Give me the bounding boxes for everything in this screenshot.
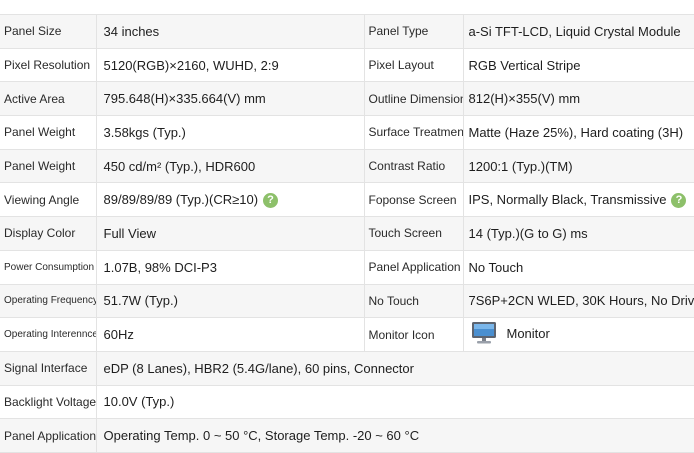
spec-label: Touch Screen — [364, 216, 464, 251]
spec-value: 3.58kgs (Typ.) — [96, 115, 365, 150]
spec-label: Monitor Icon — [364, 317, 464, 352]
spec-label: Outline Dimension — [364, 81, 464, 117]
table-row: Active Area 795.648(H)×335.664(V) mm Out… — [0, 81, 694, 117]
spec-label: Display Color — [0, 216, 97, 251]
spec-label: Panel Applicationt — [0, 418, 97, 453]
spec-label: Operating Frequency — [0, 283, 97, 319]
spec-label: Operating Interennce — [0, 317, 97, 352]
spec-value: Matte (Haze 25%), Hard coating (3H) — [463, 115, 694, 150]
table-row: Panel Size 34 inches Panel Type a-Si TFT… — [0, 14, 694, 49]
spec-label: No Touch — [364, 283, 464, 319]
spec-value: 5120(RGB)×2160, WUHD, 2:9 — [96, 47, 365, 83]
table-row: Power Consumption 1.07B, 98% DCI-P3 Pane… — [0, 249, 694, 285]
spec-label: Panel Weight — [0, 148, 97, 184]
spec-value: 10.0V (Typ.) — [96, 384, 694, 420]
spec-value: 7S6P+2CN WLED, 30K Hours, No Driver — [463, 283, 694, 319]
spec-value: 34 inches — [96, 14, 365, 49]
spec-label: Active Area — [0, 81, 97, 117]
spec-label: Panel Type — [364, 14, 464, 49]
spec-label: Pixel Layout — [364, 47, 464, 83]
spec-table: Panel Size 34 inches Panel Type a-Si TFT… — [0, 14, 694, 453]
table-row: Viewing Angle 89/89/89/89 (Typ.)(CR≥10)?… — [0, 182, 694, 218]
spec-value: a-Si TFT-LCD, Liquid Crystal Module — [463, 14, 694, 49]
spec-value: 795.648(H)×335.664(V) mm — [96, 81, 365, 117]
spec-value: Monitor — [506, 325, 550, 341]
spec-value-cell: Monitor — [463, 317, 694, 352]
spec-value: 89/89/89/89 (Typ.)(CR≥10) — [103, 191, 259, 207]
spec-value: Full View — [96, 216, 365, 251]
spec-label: Panel Application — [364, 249, 464, 285]
spec-value: 60Hz — [96, 317, 365, 352]
spec-label: Contrast Ratio — [364, 148, 464, 184]
question-icon[interactable]: ? — [671, 192, 687, 208]
spec-label: Viewing Angle — [0, 182, 97, 218]
table-row: Panel Applicationt Operating Temp. 0 ~ 5… — [0, 418, 694, 453]
table-row: Pixel Resolution 5120(RGB)×2160, WUHD, 2… — [0, 47, 694, 83]
spec-label: Signal Interface — [0, 350, 97, 386]
table-row: Backlight Voltage 10.0V (Typ.) — [0, 384, 694, 420]
spec-label: Power Consumption — [0, 249, 97, 285]
spec-label: Foponse Screen — [364, 182, 464, 218]
table-row: Signal Interface eDP (8 Lanes), HBR2 (5.… — [0, 350, 694, 386]
question-icon[interactable]: ? — [263, 192, 279, 208]
spec-label: Surface Treatment — [364, 115, 464, 150]
spec-value: eDP (8 Lanes), HBR2 (5.4G/lane), 60 pins… — [96, 350, 694, 386]
table-row: Operating Interennce 60Hz Monitor Icon M… — [0, 317, 694, 352]
spec-value-cell: IPS, Normally Black, Transmissive? — [463, 182, 694, 218]
spec-value: 450 cd/m² (Typ.), HDR600 — [96, 148, 365, 184]
spec-label: Panel Size — [0, 14, 97, 49]
spec-value: Operating Temp. 0 ~ 50 °C, Storage Temp.… — [96, 418, 694, 453]
table-row: Panel Weight 3.58kgs (Typ.) Surface Trea… — [0, 115, 694, 150]
spec-value: RGB Vertical Stripe — [463, 47, 694, 83]
spec-value-cell: 89/89/89/89 (Typ.)(CR≥10)? — [96, 182, 365, 218]
table-row: Display Color Full View Touch Screen 14 … — [0, 216, 694, 251]
spec-value: 812(H)×355(V) mm — [463, 81, 694, 117]
spec-value: 1.07B, 98% DCI-P3 — [96, 249, 365, 285]
spec-value: 1200:1 (Typ.)(TM) — [463, 148, 694, 184]
spec-value: No Touch — [463, 249, 694, 285]
spec-label: Panel Weight — [0, 115, 97, 150]
spec-value: 14 (Typ.)(G to G) ms — [463, 216, 694, 251]
spec-value: IPS, Normally Black, Transmissive — [468, 191, 667, 207]
table-row: Panel Weight 450 cd/m² (Typ.), HDR600 Co… — [0, 148, 694, 184]
spec-label: Backlight Voltage — [0, 384, 97, 420]
monitor-icon — [471, 321, 497, 348]
spec-value: 51.7W (Typ.) — [96, 283, 365, 319]
table-row: Operating Frequency 51.7W (Typ.) No Touc… — [0, 283, 694, 319]
spec-label: Pixel Resolution — [0, 47, 97, 83]
